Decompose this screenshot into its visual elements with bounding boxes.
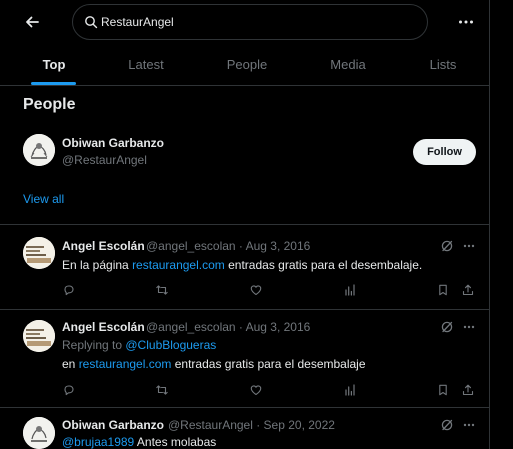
tweet-meta: @angel_escolan · Aug 3, 2016 (146, 320, 311, 334)
bookmark-icon[interactable] (436, 383, 450, 397)
divider (0, 407, 489, 408)
tab-media[interactable]: Media (318, 44, 378, 86)
tweet-text-before: En la página (62, 258, 133, 272)
avatar[interactable] (23, 237, 55, 269)
tweet-text-after: entradas gratis para el desembalaje (171, 357, 366, 371)
back-arrow-icon[interactable] (22, 12, 42, 32)
retweet-icon[interactable] (155, 283, 169, 297)
tab-top[interactable]: Top (24, 44, 84, 86)
reply-prefix: Replying to (62, 338, 126, 352)
share-icon[interactable] (461, 383, 475, 397)
retweet-icon[interactable] (155, 383, 169, 397)
tweet-text-before: en (62, 357, 79, 371)
top-bar (0, 0, 489, 44)
tweet-text: en restaurangel.com entradas gratis para… (62, 357, 366, 371)
avatar[interactable] (23, 134, 55, 166)
more-icon[interactable] (456, 12, 476, 32)
grok-icon[interactable] (440, 239, 454, 253)
user-handle: @RestaurAngel (62, 153, 147, 167)
tweet-author-name[interactable]: Obiwan Garbanzo (62, 418, 164, 432)
tweet-link[interactable]: restaurangel.com (132, 258, 225, 272)
people-section-title: People (23, 96, 76, 113)
tab-latest[interactable]: Latest (116, 44, 176, 86)
reply-icon[interactable] (62, 283, 76, 297)
tab-lists[interactable]: Lists (413, 44, 473, 86)
share-icon[interactable] (461, 283, 475, 297)
reply-handle-link[interactable]: @ClubBlogueras (125, 338, 216, 352)
tab-people[interactable]: People (217, 44, 277, 86)
tweet-meta: @angel_escolan · Aug 3, 2016 (146, 239, 311, 253)
tweet-author-name[interactable]: Angel Escolán (62, 320, 145, 334)
view-all-link[interactable]: View all (23, 192, 64, 206)
search-tabs: Top Latest People Media Lists (0, 44, 489, 86)
tweet-meta: @RestaurAngel · Sep 20, 2022 (168, 418, 335, 432)
like-icon[interactable] (249, 383, 263, 397)
search-icon (84, 15, 98, 29)
reply-icon[interactable] (62, 383, 76, 397)
grok-icon[interactable] (440, 320, 454, 334)
tweet-text: @brujaa1989 Antes molabas (62, 435, 216, 449)
search-results-column: Top Latest People Media Lists People Obi… (0, 0, 490, 449)
tweet-link[interactable]: restaurangel.com (79, 357, 172, 371)
tweet-text-after: Antes molabas (134, 435, 217, 449)
views-icon[interactable] (343, 383, 357, 397)
active-tab-indicator (31, 82, 76, 85)
reply-context: Replying to @ClubBlogueras (62, 338, 216, 352)
divider (0, 309, 489, 310)
tweet-author-name[interactable]: Angel Escolán (62, 239, 145, 253)
bookmark-icon[interactable] (436, 283, 450, 297)
search-input[interactable] (101, 5, 411, 39)
tweet-more-icon[interactable] (462, 239, 476, 253)
grok-icon[interactable] (440, 418, 454, 432)
tweet-text-after: entradas gratis para el desembalaje. (224, 258, 423, 272)
avatar[interactable] (23, 320, 55, 352)
scrollbar[interactable] (505, 0, 513, 449)
divider (0, 224, 489, 225)
tweet-more-icon[interactable] (462, 418, 476, 432)
tweet-text: En la página restaurangel.com entradas g… (62, 258, 422, 272)
tweet-more-icon[interactable] (462, 320, 476, 334)
views-icon[interactable] (343, 283, 357, 297)
like-icon[interactable] (249, 283, 263, 297)
avatar[interactable] (23, 417, 55, 449)
user-name[interactable]: Obiwan Garbanzo (62, 136, 164, 150)
search-box[interactable] (72, 4, 428, 40)
mention-link[interactable]: @brujaa1989 (62, 435, 134, 449)
follow-button[interactable]: Follow (413, 139, 476, 165)
